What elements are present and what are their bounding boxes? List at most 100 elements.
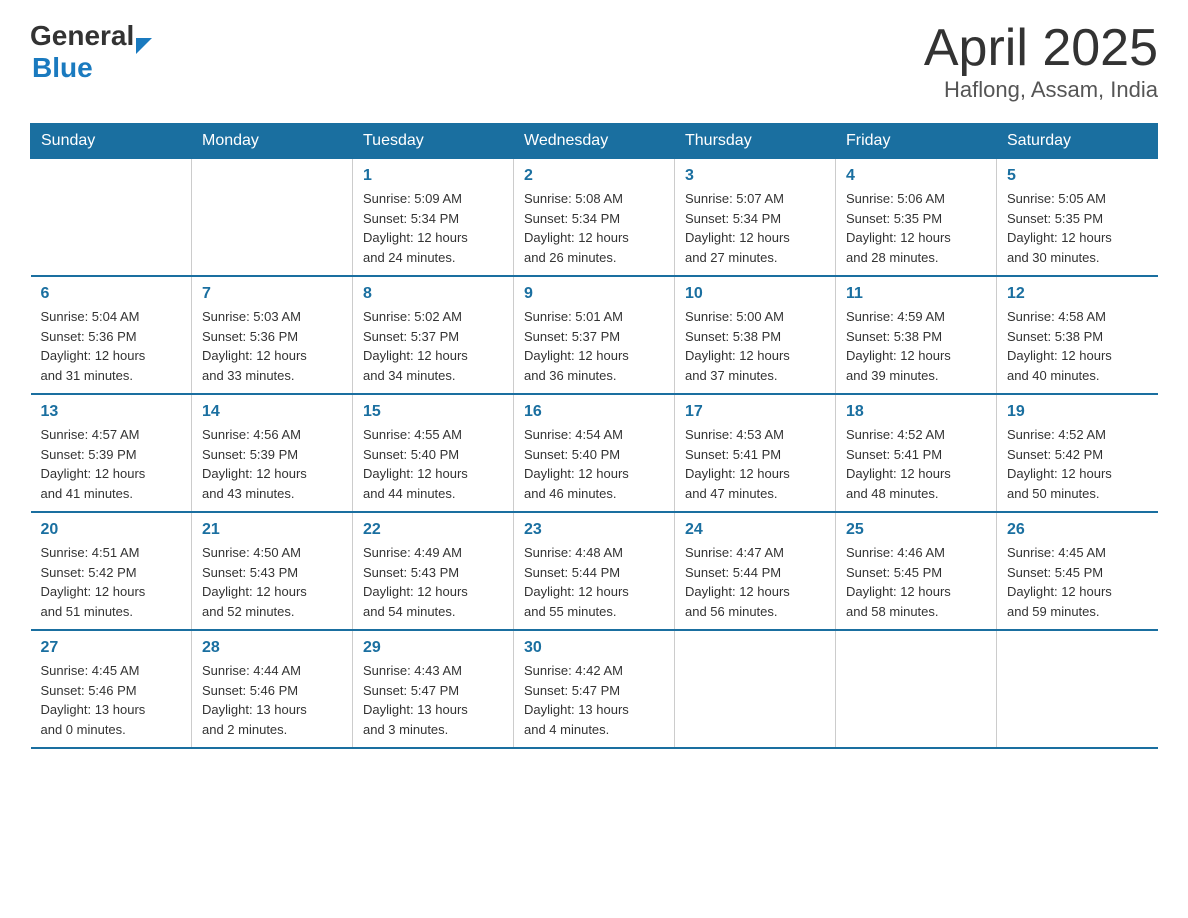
day-info: Sunrise: 5:08 AM Sunset: 5:34 PM Dayligh… bbox=[524, 189, 664, 267]
title-area: April 2025 Haflong, Assam, India bbox=[924, 20, 1158, 103]
calendar-cell: 27 Sunrise: 4:45 AM Sunset: 5:46 PM Dayli… bbox=[31, 630, 192, 748]
calendar-cell: 10Sunrise: 5:00 AM Sunset: 5:38 PM Dayli… bbox=[675, 276, 836, 394]
header-saturday: Saturday bbox=[997, 124, 1158, 159]
day-number: 11 bbox=[846, 285, 986, 303]
calendar-cell: 2 Sunrise: 5:08 AM Sunset: 5:34 PM Daylig… bbox=[514, 159, 675, 277]
day-info: Sunrise: 4:52 AM Sunset: 5:41 PM Dayligh… bbox=[846, 425, 986, 503]
calendar-cell: 17 Sunrise: 4:53 AM Sunset: 5:41 PM Dayli… bbox=[675, 394, 836, 512]
logo-general-text: General bbox=[30, 20, 134, 52]
logo-blue-text: Blue bbox=[32, 52, 93, 84]
calendar-cell bbox=[675, 630, 836, 748]
day-number: 4 bbox=[846, 167, 986, 185]
calendar-cell: 5 Sunrise: 5:05 AM Sunset: 5:35 PM Daylig… bbox=[997, 159, 1158, 277]
calendar-cell: 15 Sunrise: 4:55 AM Sunset: 5:40 PM Dayli… bbox=[353, 394, 514, 512]
day-number: 1 bbox=[363, 167, 503, 185]
day-info: Sunrise: 4:55 AM Sunset: 5:40 PM Dayligh… bbox=[363, 425, 503, 503]
day-info: Sunrise: 4:54 AM Sunset: 5:40 PM Dayligh… bbox=[524, 425, 664, 503]
calendar-cell: 8 Sunrise: 5:02 AM Sunset: 5:37 PM Daylig… bbox=[353, 276, 514, 394]
day-number: 7 bbox=[202, 285, 342, 303]
calendar-cell: 14 Sunrise: 4:56 AM Sunset: 5:39 PM Dayli… bbox=[192, 394, 353, 512]
day-info: Sunrise: 4:45 AM Sunset: 5:46 PM Dayligh… bbox=[41, 661, 182, 739]
day-info: Sunrise: 4:43 AM Sunset: 5:47 PM Dayligh… bbox=[363, 661, 503, 739]
calendar-cell: 21Sunrise: 4:50 AM Sunset: 5:43 PM Dayli… bbox=[192, 512, 353, 630]
header-tuesday: Tuesday bbox=[353, 124, 514, 159]
day-info: Sunrise: 5:02 AM Sunset: 5:37 PM Dayligh… bbox=[363, 307, 503, 385]
day-info: Sunrise: 4:58 AM Sunset: 5:38 PM Dayligh… bbox=[1007, 307, 1148, 385]
day-number: 17 bbox=[685, 403, 825, 421]
calendar-week-4: 20 Sunrise: 4:51 AM Sunset: 5:42 PM Dayli… bbox=[31, 512, 1158, 630]
calendar-cell: 16 Sunrise: 4:54 AM Sunset: 5:40 PM Dayli… bbox=[514, 394, 675, 512]
calendar-cell: 22 Sunrise: 4:49 AM Sunset: 5:43 PM Dayli… bbox=[353, 512, 514, 630]
day-number: 3 bbox=[685, 167, 825, 185]
day-info: Sunrise: 4:42 AM Sunset: 5:47 PM Dayligh… bbox=[524, 661, 664, 739]
day-info: Sunrise: 4:44 AM Sunset: 5:46 PM Dayligh… bbox=[202, 661, 342, 739]
day-info: Sunrise: 5:05 AM Sunset: 5:35 PM Dayligh… bbox=[1007, 189, 1148, 267]
day-info: Sunrise: 5:07 AM Sunset: 5:34 PM Dayligh… bbox=[685, 189, 825, 267]
calendar-cell bbox=[836, 630, 997, 748]
calendar-cell: 28 Sunrise: 4:44 AM Sunset: 5:46 PM Dayli… bbox=[192, 630, 353, 748]
calendar-cell: 6Sunrise: 5:04 AM Sunset: 5:36 PM Daylig… bbox=[31, 276, 192, 394]
day-number: 5 bbox=[1007, 167, 1148, 185]
header: General Blue April 2025 Haflong, Assam, … bbox=[30, 20, 1158, 103]
day-info: Sunrise: 4:53 AM Sunset: 5:41 PM Dayligh… bbox=[685, 425, 825, 503]
calendar-cell: 30 Sunrise: 4:42 AM Sunset: 5:47 PM Dayli… bbox=[514, 630, 675, 748]
day-info: Sunrise: 4:46 AM Sunset: 5:45 PM Dayligh… bbox=[846, 543, 986, 621]
day-number: 27 bbox=[41, 639, 182, 657]
day-number: 26 bbox=[1007, 521, 1148, 539]
calendar-cell: 29 Sunrise: 4:43 AM Sunset: 5:47 PM Dayli… bbox=[353, 630, 514, 748]
day-number: 30 bbox=[524, 639, 664, 657]
calendar-cell: 3 Sunrise: 5:07 AM Sunset: 5:34 PM Daylig… bbox=[675, 159, 836, 277]
calendar-cell: 23 Sunrise: 4:48 AM Sunset: 5:44 PM Dayli… bbox=[514, 512, 675, 630]
day-info: Sunrise: 5:03 AM Sunset: 5:36 PM Dayligh… bbox=[202, 307, 342, 385]
logo: General Blue bbox=[30, 20, 152, 84]
calendar-cell: 24Sunrise: 4:47 AM Sunset: 5:44 PM Dayli… bbox=[675, 512, 836, 630]
day-number: 20 bbox=[41, 521, 182, 539]
day-number: 9 bbox=[524, 285, 664, 303]
day-info: Sunrise: 4:45 AM Sunset: 5:45 PM Dayligh… bbox=[1007, 543, 1148, 621]
calendar-table: Sunday Monday Tuesday Wednesday Thursday… bbox=[30, 123, 1158, 749]
calendar-cell: 4 Sunrise: 5:06 AM Sunset: 5:35 PM Daylig… bbox=[836, 159, 997, 277]
day-info: Sunrise: 5:06 AM Sunset: 5:35 PM Dayligh… bbox=[846, 189, 986, 267]
day-number: 19 bbox=[1007, 403, 1148, 421]
calendar-cell: 26 Sunrise: 4:45 AM Sunset: 5:45 PM Dayli… bbox=[997, 512, 1158, 630]
day-info: Sunrise: 4:57 AM Sunset: 5:39 PM Dayligh… bbox=[41, 425, 182, 503]
day-number: 22 bbox=[363, 521, 503, 539]
day-info: Sunrise: 4:59 AM Sunset: 5:38 PM Dayligh… bbox=[846, 307, 986, 385]
day-info: Sunrise: 4:49 AM Sunset: 5:43 PM Dayligh… bbox=[363, 543, 503, 621]
day-number: 21 bbox=[202, 521, 342, 539]
day-number: 15 bbox=[363, 403, 503, 421]
calendar-cell bbox=[997, 630, 1158, 748]
calendar-cell: 13 Sunrise: 4:57 AM Sunset: 5:39 PM Dayli… bbox=[31, 394, 192, 512]
page-title: April 2025 bbox=[924, 20, 1158, 77]
day-number: 8 bbox=[363, 285, 503, 303]
calendar-cell: 11 Sunrise: 4:59 AM Sunset: 5:38 PM Dayli… bbox=[836, 276, 997, 394]
day-info: Sunrise: 5:09 AM Sunset: 5:34 PM Dayligh… bbox=[363, 189, 503, 267]
calendar-cell: 9 Sunrise: 5:01 AM Sunset: 5:37 PM Daylig… bbox=[514, 276, 675, 394]
calendar-cell: 20 Sunrise: 4:51 AM Sunset: 5:42 PM Dayli… bbox=[31, 512, 192, 630]
calendar-week-3: 13 Sunrise: 4:57 AM Sunset: 5:39 PM Dayli… bbox=[31, 394, 1158, 512]
day-number: 12 bbox=[1007, 285, 1148, 303]
header-friday: Friday bbox=[836, 124, 997, 159]
header-sunday: Sunday bbox=[31, 124, 192, 159]
day-info: Sunrise: 4:51 AM Sunset: 5:42 PM Dayligh… bbox=[41, 543, 182, 621]
day-number: 2 bbox=[524, 167, 664, 185]
calendar-cell: 1 Sunrise: 5:09 AM Sunset: 5:34 PM Daylig… bbox=[353, 159, 514, 277]
day-number: 10 bbox=[685, 285, 825, 303]
calendar-cell: 12 Sunrise: 4:58 AM Sunset: 5:38 PM Dayli… bbox=[997, 276, 1158, 394]
calendar-cell: 7 Sunrise: 5:03 AM Sunset: 5:36 PM Daylig… bbox=[192, 276, 353, 394]
day-info: Sunrise: 4:56 AM Sunset: 5:39 PM Dayligh… bbox=[202, 425, 342, 503]
day-number: 28 bbox=[202, 639, 342, 657]
calendar-cell bbox=[31, 159, 192, 277]
day-number: 16 bbox=[524, 403, 664, 421]
header-thursday: Thursday bbox=[675, 124, 836, 159]
header-wednesday: Wednesday bbox=[514, 124, 675, 159]
day-number: 18 bbox=[846, 403, 986, 421]
day-info: Sunrise: 5:01 AM Sunset: 5:37 PM Dayligh… bbox=[524, 307, 664, 385]
calendar-cell bbox=[192, 159, 353, 277]
day-number: 13 bbox=[41, 403, 182, 421]
calendar-week-2: 6Sunrise: 5:04 AM Sunset: 5:36 PM Daylig… bbox=[31, 276, 1158, 394]
day-info: Sunrise: 4:48 AM Sunset: 5:44 PM Dayligh… bbox=[524, 543, 664, 621]
day-number: 23 bbox=[524, 521, 664, 539]
day-number: 14 bbox=[202, 403, 342, 421]
day-number: 29 bbox=[363, 639, 503, 657]
